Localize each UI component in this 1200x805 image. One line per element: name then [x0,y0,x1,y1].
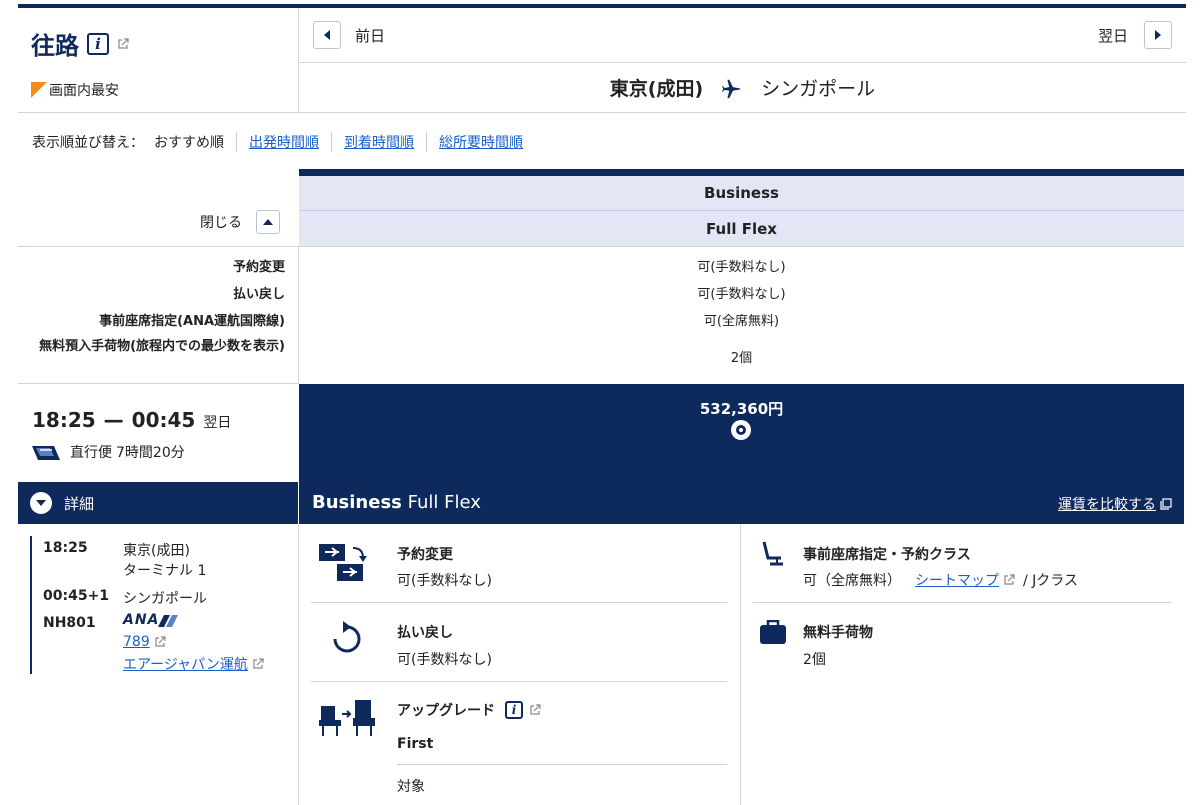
cheapest-label: 画面内最安 [49,83,119,99]
prev-day-button[interactable] [313,21,341,49]
caret-right-icon [1155,30,1161,40]
booking-class: / Jクラス [1023,573,1079,589]
close-toggle[interactable]: 閉じる [200,210,280,234]
fare-panel-body: 予約変更 可(手数料なし) 払い戻し 可(手数料なし) アップグレード i Fi… [299,524,1184,805]
fare-type-label: Full Flex [706,219,777,238]
details-toggle[interactable]: 詳細 [18,482,298,524]
baggage-title: 無料手荷物 [803,625,873,641]
prev-day-label[interactable]: 前日 [355,25,385,46]
sort-option-duration[interactable]: 総所要時間順 [439,132,523,152]
chevron-down-icon [30,492,52,514]
refund-title: 払い戻し [397,625,453,641]
flight-change-icon [319,544,367,581]
detail-dep-time: 18:25 [43,540,88,556]
detail-dep-airport: 東京(成田) [123,543,190,559]
date-nav: 前日 翌日 [299,8,1186,62]
conditions-table: 予約変更 可(手数料なし) 払い戻し 可(手数料なし) 事前座席指定(ANA運航… [18,252,1184,382]
arrival-time: 00:45 [131,408,196,432]
info-icon[interactable]: i [505,701,523,719]
seat-title: 事前座席指定・予約クラス [803,547,971,563]
upgrade-title: アップグレード [397,703,495,719]
external-link-icon [1004,574,1015,585]
external-link-icon [118,37,129,49]
baggage-icon [760,620,786,644]
condition-value: 2個 [730,351,753,366]
flight-detail: 18:25 東京(成田) ターミナル 1 00:45+1 シンガポール NH80… [18,524,298,805]
seat-icon [762,541,783,566]
change-title: 予約変更 [397,547,453,563]
cheapest-marker-icon [31,82,47,98]
upgrade-seat-icon [319,700,375,736]
condition-value: 可(手数料なし) [697,287,786,302]
refund-value: 可(手数料なし) [397,652,492,668]
sort-option-arrival[interactable]: 到着時間順 [344,132,414,152]
flight-type: 直行便 [70,445,112,461]
seatmap-link[interactable]: シートマップ [915,570,999,590]
external-link-icon [530,704,541,715]
next-day-mark: 翌日 [203,415,232,431]
external-link-icon [253,658,264,669]
upgrade-status: 対象 [397,779,425,795]
external-link-icon [155,636,166,647]
sort-option-departure[interactable]: 出発時間順 [249,132,319,152]
change-value: 可(手数料なし) [397,573,492,589]
aircraft-link[interactable]: 789 [123,634,150,650]
price-cell[interactable]: 532,360円 [299,384,1184,482]
detail-arr-time: 00:45+1 [43,588,110,604]
upgrade-class: First [397,736,434,752]
new-window-icon [1160,498,1172,510]
compare-fares-label: 運賃を比較する [1058,497,1156,513]
compare-fares-link[interactable]: 運賃を比較する [1058,494,1172,514]
fare-panel-header: Business Full Flex 運賃を比較する [299,482,1184,524]
airplane-icon [722,79,741,98]
fare-type-header: Full Flex [299,211,1184,246]
condition-label: 事前座席指定(ANA運航国際線) [99,314,285,329]
fare-selected-radio[interactable] [731,420,751,440]
ana-logo: ANA [123,612,160,628]
condition-value: 可(手数料なし) [697,260,786,275]
detail-flight-number: NH801 [43,615,96,631]
outbound-header: 往路 i 画面内最安 [18,8,298,112]
page-title: 往路 [31,32,79,60]
close-label: 閉じる [200,215,242,231]
cabin-header: Business [299,176,1184,210]
seat-value: 可（全席無料） [803,573,901,589]
departure-time: 18:25 [32,408,96,432]
fare-price: 532,360円 [699,400,784,418]
condition-value: 可(全席無料) [703,314,780,329]
detail-arr-airport: シンガポール [123,591,207,607]
cabin-label: Business [704,184,779,202]
fare-panel-fare: Full Flex [407,492,481,513]
route: 東京(成田) シンガポール [299,63,1186,112]
info-icon[interactable]: i [87,32,109,55]
flight-summary[interactable]: 18:25 — 00:45 翌日 直行便 7時間20分 [18,384,298,482]
ana-tail-icon [32,446,60,460]
condition-label: 払い戻し [232,287,285,302]
sort-label: 表示順並び替え： [32,135,144,151]
time-dash: — [103,408,124,432]
sort-option-recommended: おすすめ順 [154,135,224,151]
sort-bar: 表示順並び替え： おすすめ順 出発時間順 到着時間順 総所要時間順 [32,132,523,152]
operator-link[interactable]: エアージャパン運航 [123,654,248,674]
next-day-label[interactable]: 翌日 [1098,25,1128,46]
details-label: 詳細 [64,494,95,513]
caret-up-icon [263,219,273,225]
baggage-value: 2個 [803,652,826,668]
next-day-button[interactable] [1144,21,1172,49]
flight-duration: 7時間20分 [116,445,185,461]
destination: シンガポール [761,78,876,100]
ana-logo-stripes-icon [158,615,178,627]
origin: 東京(成田) [609,78,704,100]
condition-label: 無料預入手荷物(旅程内での最少数を表示) [39,339,285,354]
collapse-button[interactable] [256,210,280,234]
refund-icon [333,621,361,653]
fare-panel-cabin: Business [312,492,402,513]
fare-header-bar [299,169,1184,176]
detail-terminal: ターミナル 1 [123,563,207,579]
caret-left-icon [324,30,330,40]
condition-label: 予約変更 [232,260,285,275]
